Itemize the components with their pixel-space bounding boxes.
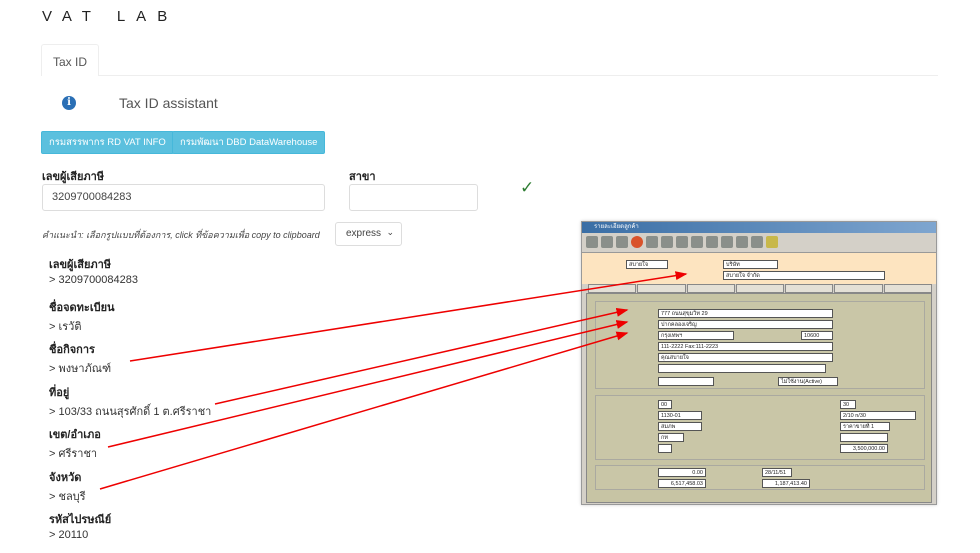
mapping-arrows [99, 271, 688, 490]
arrow-district [107, 320, 629, 448]
arrow-business-name [129, 271, 688, 362]
arrow-province [99, 331, 629, 490]
arrow-address [214, 307, 629, 405]
